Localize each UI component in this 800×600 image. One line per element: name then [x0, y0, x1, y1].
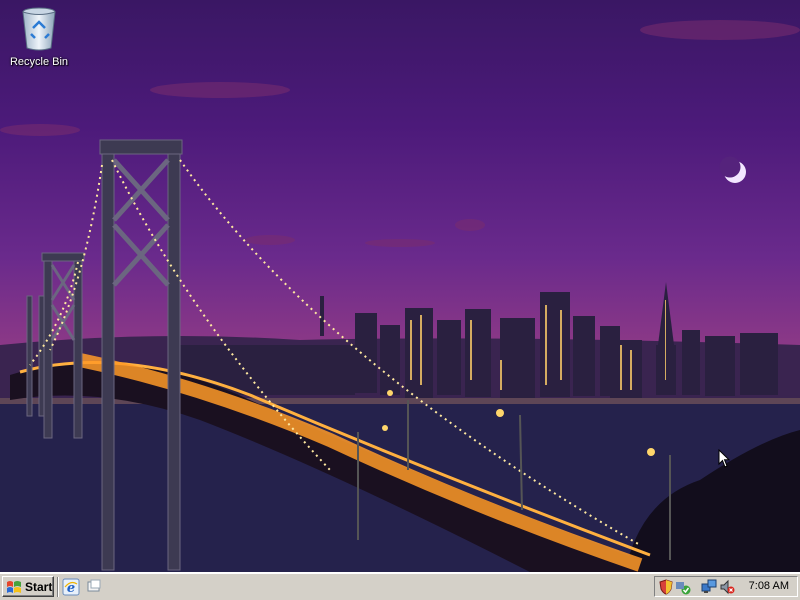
volume-muted-icon[interactable]	[719, 579, 735, 595]
start-button[interactable]: Start	[2, 576, 54, 597]
desktop-icon-recycle-bin[interactable]: Recycle Bin	[4, 2, 74, 68]
recycle-bin-icon	[22, 7, 56, 51]
moon-icon	[719, 156, 746, 183]
show-desktop-icon[interactable]	[85, 578, 103, 596]
start-label: Start	[25, 579, 53, 594]
security-check-icon[interactable]	[675, 579, 691, 595]
wallpaper-scene	[0, 20, 800, 572]
taskbar: Start e 7:08 AM	[0, 572, 800, 600]
mouse-pointer-icon	[718, 449, 730, 468]
internet-explorer-icon[interactable]: e	[62, 578, 80, 596]
system-tray: 7:08 AM	[654, 576, 798, 597]
security-shield-icon[interactable]	[658, 579, 674, 595]
desktop-wallpaper[interactable]	[0, 0, 800, 572]
windows-logo-icon	[7, 580, 21, 593]
taskbar-divider	[57, 577, 59, 597]
network-icon[interactable]	[701, 579, 717, 595]
clock[interactable]: 7:08 AM	[749, 580, 789, 592]
desktop-icon-label: Recycle Bin	[9, 56, 69, 68]
